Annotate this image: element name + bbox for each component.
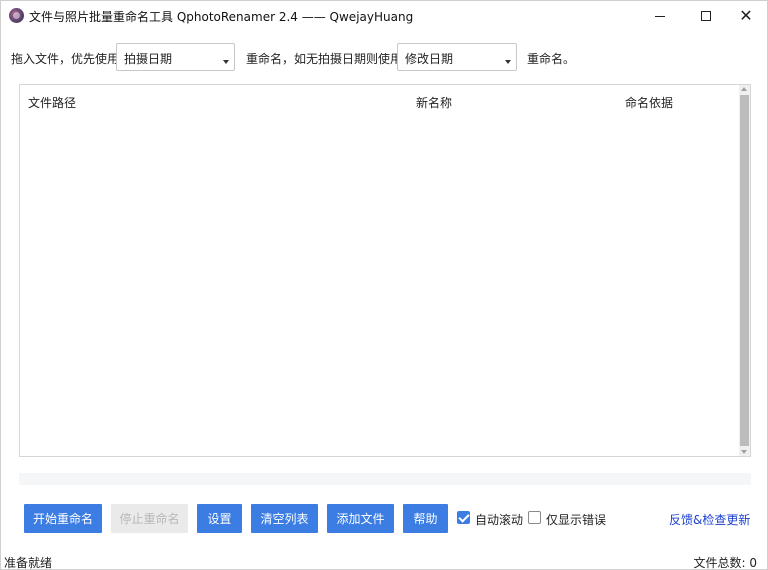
errors-only-checkbox[interactable] <box>528 511 541 524</box>
fallback-date-select[interactable]: 修改日期 <box>397 43 517 71</box>
vertical-scrollbar[interactable] <box>739 85 750 456</box>
option-label-suffix: 重命名。 <box>527 52 576 66</box>
chevron-down-icon <box>223 60 229 64</box>
title-bar: 文件与照片批量重命名工具 QphotoRenamer 2.4 —— Qwejay… <box>1 1 767 31</box>
status-text: 准备就绪 <box>4 556 53 570</box>
auto-scroll-checkbox[interactable] <box>457 511 470 524</box>
fallback-date-value: 修改日期 <box>405 52 454 66</box>
stop-rename-button[interactable]: 停止重命名 <box>111 504 188 533</box>
help-button[interactable]: 帮助 <box>403 504 448 533</box>
auto-scroll-label[interactable]: 自动滚动 <box>475 511 523 528</box>
add-files-button[interactable]: 添加文件 <box>327 504 394 533</box>
primary-date-select[interactable]: 拍摄日期 <box>116 43 235 71</box>
feedback-update-link[interactable]: 反馈&检查更新 <box>669 511 750 528</box>
file-table[interactable]: 文件路径 新名称 命名依据 <box>19 84 751 457</box>
primary-date-value: 拍摄日期 <box>124 52 173 66</box>
scroll-down-icon[interactable] <box>741 450 747 454</box>
start-rename-button[interactable]: 开始重命名 <box>24 504 102 533</box>
errors-only-label[interactable]: 仅显示错误 <box>546 511 606 528</box>
minimize-button[interactable] <box>637 1 683 31</box>
app-logo-icon <box>9 8 24 23</box>
clear-list-button[interactable]: 清空列表 <box>251 504 318 533</box>
close-icon: ✕ <box>739 6 753 25</box>
window-title: 文件与照片批量重命名工具 QphotoRenamer 2.4 —— Qwejay… <box>29 10 414 24</box>
chevron-down-icon <box>505 60 511 64</box>
minimize-icon <box>655 15 665 17</box>
column-header-file-path[interactable]: 文件路径 <box>28 94 76 111</box>
close-button[interactable]: ✕ <box>723 1 768 31</box>
column-header-naming-basis[interactable]: 命名依据 <box>625 94 673 111</box>
settings-button[interactable]: 设置 <box>197 504 242 533</box>
scrollbar-thumb[interactable] <box>740 95 749 446</box>
scroll-up-icon[interactable] <box>741 87 747 91</box>
column-header-new-name[interactable]: 新名称 <box>416 94 452 111</box>
maximize-icon <box>701 11 711 21</box>
option-label-prefix: 拖入文件，优先使用 <box>11 52 120 66</box>
option-label-middle: 重命名，如无拍摄日期则使用 <box>246 52 403 66</box>
file-count: 文件总数: 0 <box>693 556 758 570</box>
progress-bar <box>19 473 751 485</box>
app-window: 文件与照片批量重命名工具 QphotoRenamer 2.4 —— Qwejay… <box>0 0 768 570</box>
